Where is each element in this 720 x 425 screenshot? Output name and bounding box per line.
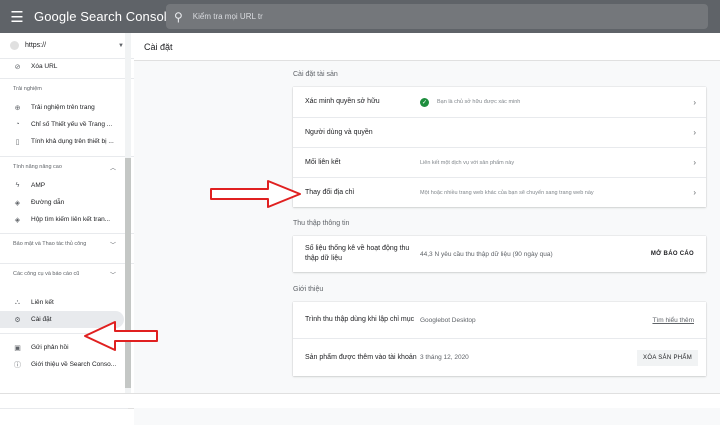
row-value-wrap: ✓ Bạn là chủ sở hữu được xác minh xyxy=(420,97,706,107)
open-report-button[interactable]: MỞ BÁO CÁO xyxy=(651,251,694,257)
chevron-down-icon: ﹀ xyxy=(110,243,117,249)
row-value: Một hoặc nhiều trang web khác của bạn sẽ… xyxy=(420,189,594,196)
property-settings-card: Xác minh quyền sở hữu ✓ Bạn là chủ sở hữu… xyxy=(293,87,706,207)
section-legacy-tools[interactable]: Các công cụ và báo cáo cũ ﹀ xyxy=(0,263,134,284)
row-title: Số liệu thống kê về hoạt động thu thập d… xyxy=(305,245,410,262)
remove-url-icon: ⊘ xyxy=(14,63,21,71)
chevron-right-icon: › xyxy=(693,128,696,137)
row-change-of-address[interactable]: Thay đổi địa chỉ Một hoặc nhiều trang we… xyxy=(293,178,706,207)
app-title[interactable]: Google Search Console xyxy=(34,9,174,24)
sidebar-item-label: Chỉ số Thiết yếu về Trang ... xyxy=(31,121,113,128)
sidebar-item-amp[interactable]: ϟ AMP xyxy=(0,177,134,194)
sidebar-item-label: Cài đặt xyxy=(31,316,52,323)
section-heading: Trải nghiệm xyxy=(13,86,42,92)
sidebar-item-removals[interactable]: ⊘ Xóa URL xyxy=(0,59,134,74)
page-title: Cài đặt xyxy=(134,33,720,61)
scrollbar-thumb[interactable] xyxy=(125,158,131,388)
property-url: https:// xyxy=(25,42,47,49)
chevron-right-icon: › xyxy=(693,158,696,167)
chevron-down-icon: ﹀ xyxy=(110,272,117,279)
info-icon: ⓘ xyxy=(14,361,21,369)
top-app-bar: ☰ Google Search Console ⚲ xyxy=(0,0,720,33)
group-label-crawling: Thu thập thông tin xyxy=(293,220,350,227)
remove-property-button[interactable]: XÓA SẢN PHẨM xyxy=(637,349,698,366)
group-label-about: Giới thiệu xyxy=(293,286,324,293)
row-property-added: Sản phẩm được thêm vào tài khoản 3 tháng… xyxy=(293,339,706,376)
bottom-strip xyxy=(0,393,720,425)
section-enhancements[interactable]: Tính năng nâng cao ︿ xyxy=(0,156,134,177)
sidebar-item-label: Xóa URL xyxy=(31,63,58,70)
sidebar-item-sitelinks-searchbox[interactable]: ◈ Hộp tìm kiếm liên kết tran... xyxy=(0,211,134,228)
sidebar-item-page-experience[interactable]: ⊕ Trải nghiệm trên trang xyxy=(0,99,134,116)
menu-icon[interactable]: ☰ xyxy=(0,0,34,33)
property-favicon xyxy=(10,41,19,50)
about-card: Trình thu thập dùng khi lập chỉ mục Goog… xyxy=(293,302,706,376)
amp-icon: ϟ xyxy=(15,182,20,189)
row-indexing-crawler: Trình thu thập dùng khi lập chỉ mục Goog… xyxy=(293,302,706,339)
sidebar-item-label: Đường dẫn xyxy=(31,199,65,206)
sidebar-item-label: Hộp tìm kiếm liên kết tran... xyxy=(31,216,111,223)
section-security[interactable]: Bảo mật và Thao tác thủ công ﹀ xyxy=(0,233,134,263)
crawling-card: Số liệu thống kê về hoạt động thu thập d… xyxy=(293,236,706,272)
mobile-icon: ▯ xyxy=(15,138,20,146)
row-crawl-stats[interactable]: Số liệu thống kê về hoạt động thu thập d… xyxy=(293,236,706,272)
row-associations[interactable]: Mối liên kết Liên kết một dịch vụ với sả… xyxy=(293,148,706,178)
learn-more-link[interactable]: Tìm hiểu thêm xyxy=(652,317,694,324)
section-page-experience[interactable]: Trải nghiệm xyxy=(0,78,134,99)
section-heading: Bảo mật và Thao tác thủ công xyxy=(13,241,87,247)
sitelinks-icon: ◈ xyxy=(14,216,21,224)
chevron-right-icon: › xyxy=(693,188,696,197)
settings-icon: ⚙ xyxy=(14,316,21,324)
sidebar-item-label: Trải nghiệm trên trang xyxy=(31,104,95,111)
links-icon: ⛬ xyxy=(15,298,20,306)
property-selector[interactable]: https:// ▼ xyxy=(0,33,134,59)
main-bottom-edge xyxy=(134,408,720,425)
group-label-property-settings: Cài đặt tài sản xyxy=(293,71,338,78)
sidebar-item-core-web-vitals[interactable]: ◔ Chỉ số Thiết yếu về Trang ... xyxy=(0,116,134,133)
sidebar-item-about[interactable]: ⓘ Giới thiệu về Search Conso... xyxy=(0,356,134,373)
section-heading: Các công cụ và báo cáo cũ xyxy=(13,271,80,277)
chevron-up-icon: ︿ xyxy=(110,165,117,172)
row-title: Xác minh quyền sở hữu xyxy=(305,98,380,105)
row-value: Bạn là chủ sở hữu được xác minh xyxy=(437,99,521,105)
sidebar-item-label: Liên kết xyxy=(31,299,54,306)
url-inspection-search[interactable]: ⚲ xyxy=(166,4,708,29)
sidebar-item-links[interactable]: ⛬ Liên kết xyxy=(0,294,134,311)
sidebar-item-breadcrumbs[interactable]: ◈ Đường dẫn xyxy=(0,194,134,211)
annotation-arrow-settings xyxy=(84,321,158,351)
sidebar-item-mobile-usability[interactable]: ▯ Tính khả dụng trên thiết bị ... xyxy=(0,133,134,150)
row-ownership-verification[interactable]: Xác minh quyền sở hữu ✓ Bạn là chủ sở hữu… xyxy=(293,87,706,118)
row-title: Thay đổi địa chỉ xyxy=(305,188,355,196)
annotation-arrow-change-address xyxy=(210,180,301,208)
breadcrumb-icon: ◈ xyxy=(14,199,21,207)
sidebar-bottom-edge xyxy=(0,408,128,425)
main-content: Cài đặt Cài đặt tài sản Xác minh quyền s… xyxy=(134,33,720,393)
row-value: Liên kết một dịch vụ với sản phẩm này xyxy=(420,159,515,166)
url-inspection-input[interactable] xyxy=(192,12,673,21)
sidebar-item-label: AMP xyxy=(31,182,46,189)
row-title: Sản phẩm được thêm vào tài khoản xyxy=(305,353,417,361)
page-experience-icon: ⊕ xyxy=(14,104,21,112)
search-icon: ⚲ xyxy=(174,9,183,24)
section-heading: Tính năng nâng cao xyxy=(13,164,62,170)
row-title: Mối liên kết xyxy=(305,158,341,166)
row-users-permissions[interactable]: Người dùng và quyền › xyxy=(293,118,706,148)
speed-icon: ◔ xyxy=(15,121,20,128)
chevron-right-icon: › xyxy=(693,97,696,107)
row-title: Người dùng và quyền xyxy=(305,128,373,136)
dropdown-caret-icon: ▼ xyxy=(118,42,124,49)
sidebar-item-label: Tính khả dụng trên thiết bị ... xyxy=(31,138,114,145)
check-circle-icon: ✓ xyxy=(420,97,429,107)
feedback-icon: ▣ xyxy=(14,344,21,352)
sidebar-item-label: Gửi phản hồi xyxy=(31,344,69,351)
sidebar-item-label: Giới thiệu về Search Conso... xyxy=(31,361,117,368)
row-title: Trình thu thập dùng khi lập chỉ mục xyxy=(305,316,415,323)
